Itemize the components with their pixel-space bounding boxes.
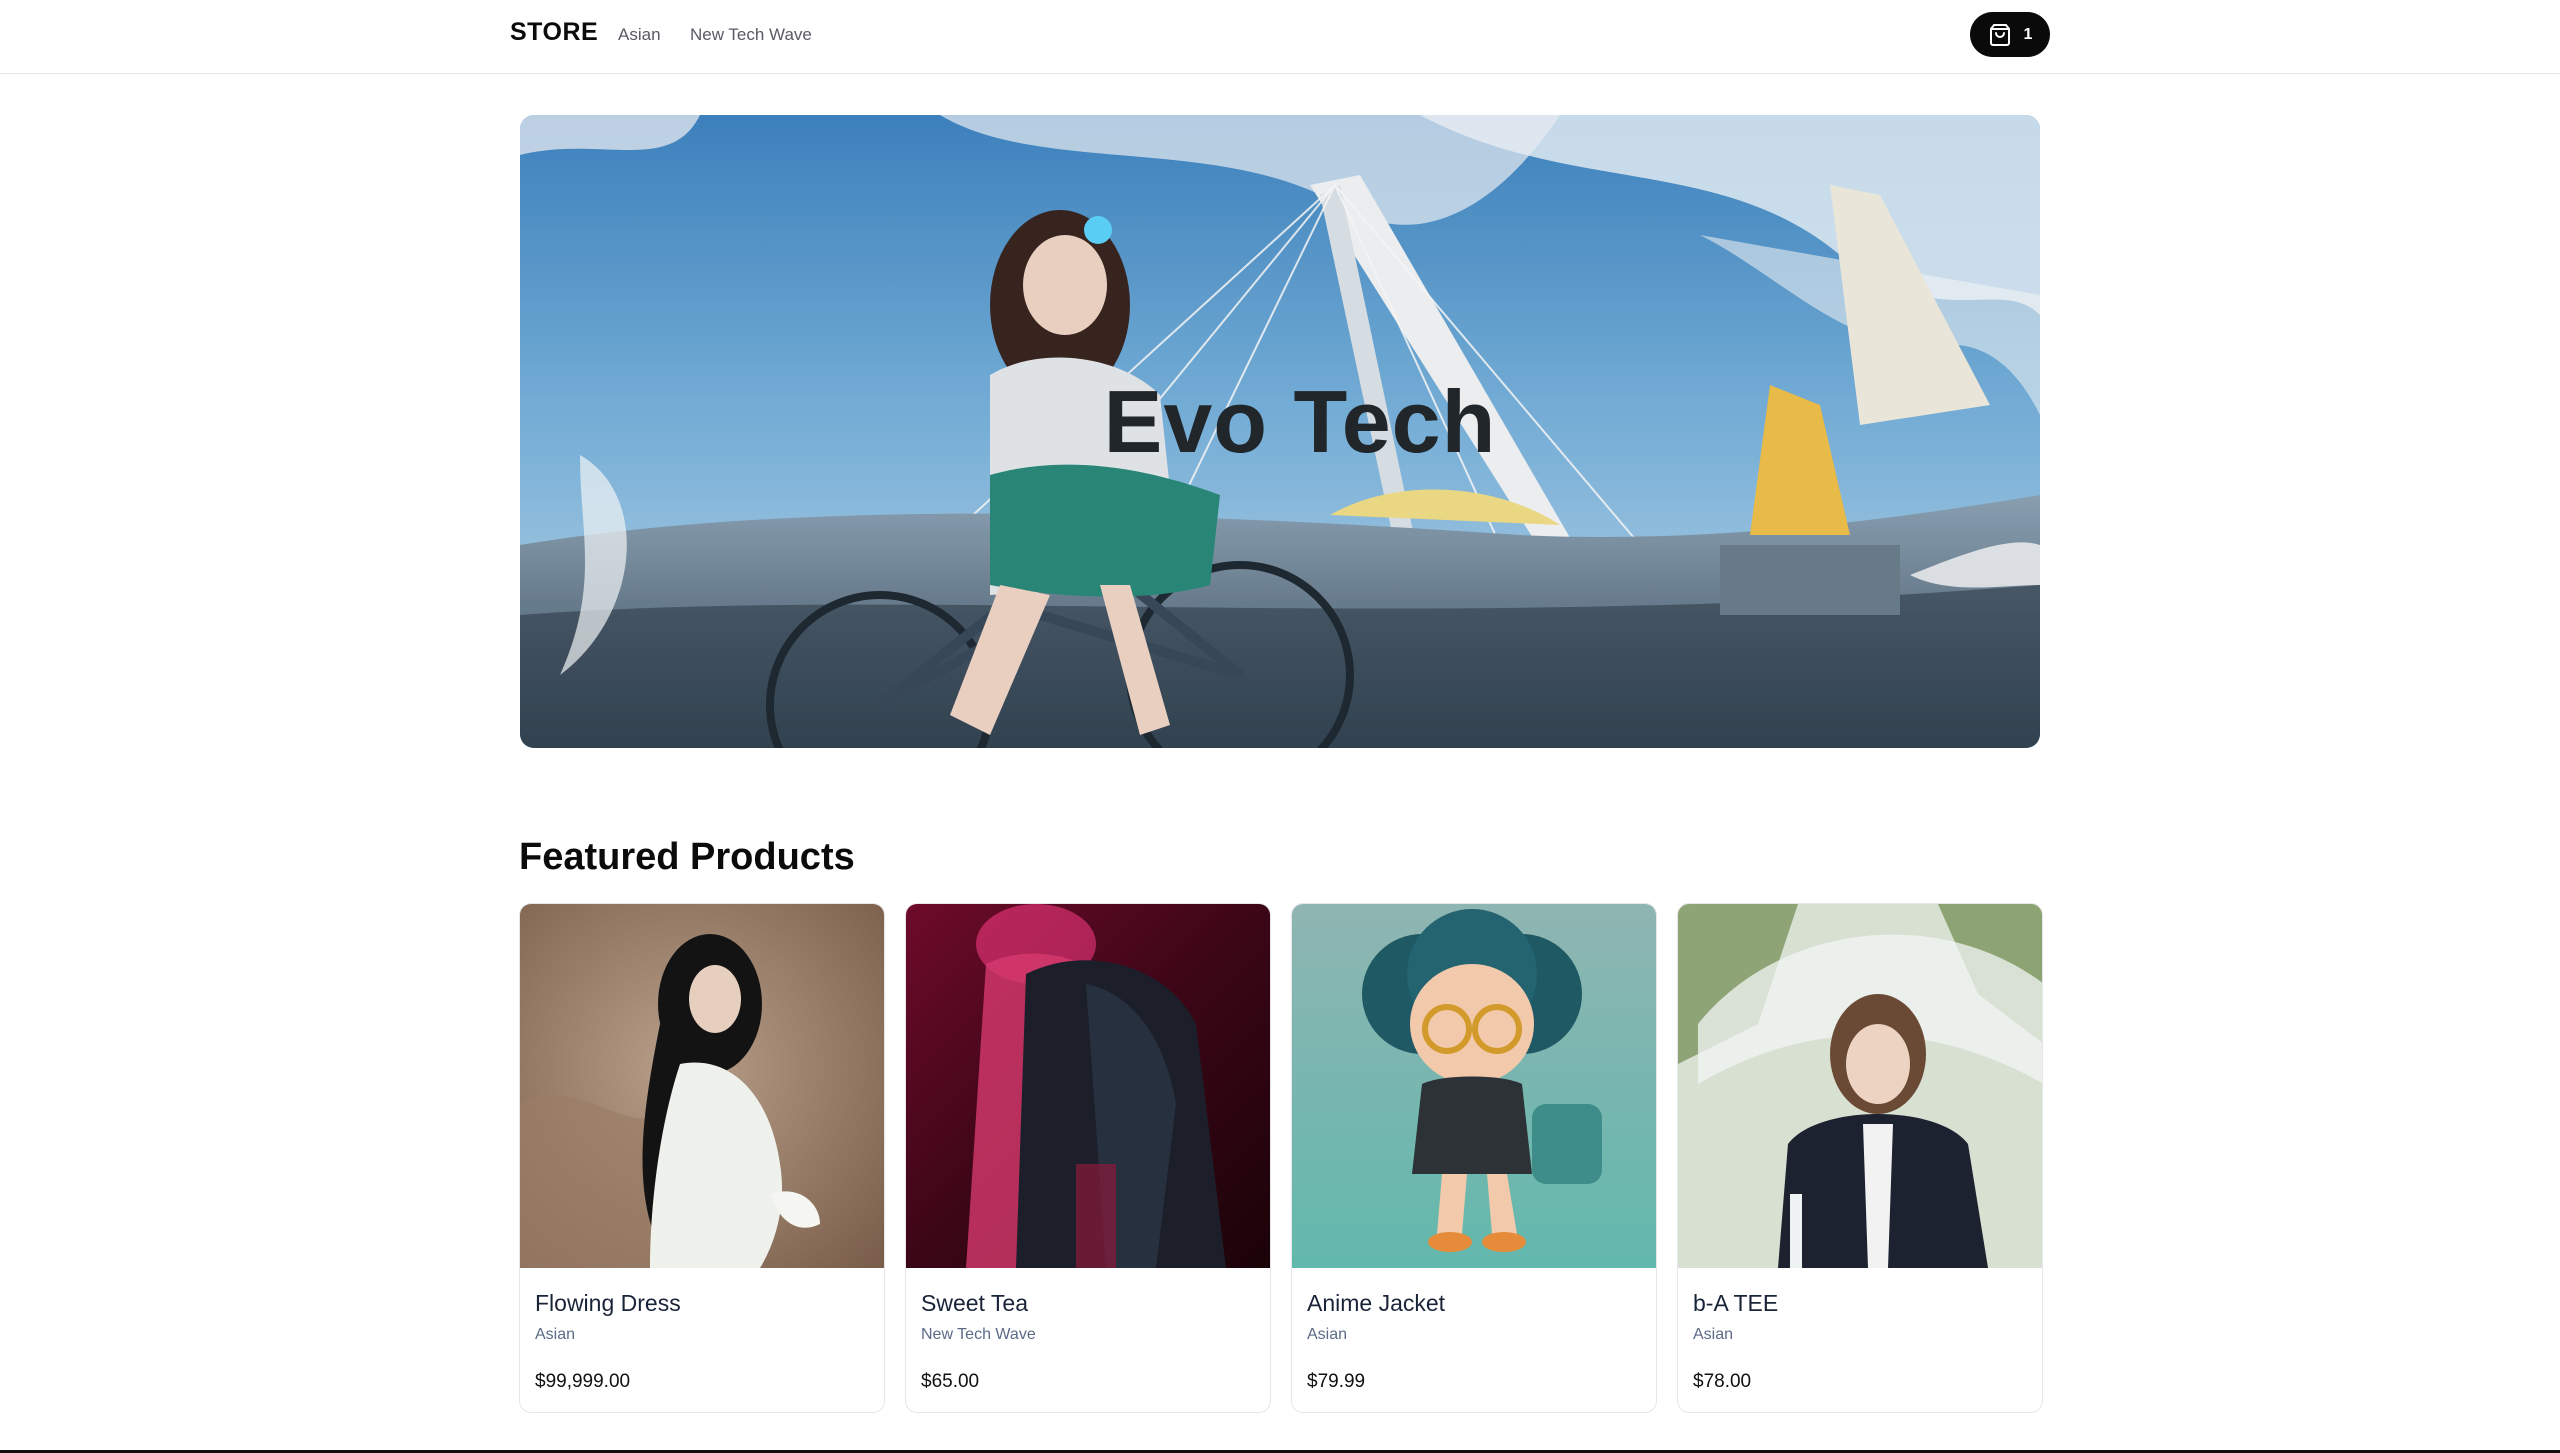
product-image bbox=[906, 904, 1270, 1268]
product-price: $79.99 bbox=[1307, 1371, 1366, 1392]
product-card-b-a-tee[interactable]: b-A TEE Asian $78.00 bbox=[1677, 903, 2043, 1413]
cart-button[interactable]: 1 bbox=[1970, 12, 2050, 57]
product-price: $78.00 bbox=[1693, 1371, 1752, 1392]
product-price: $65.00 bbox=[921, 1371, 980, 1392]
product-image bbox=[520, 904, 884, 1268]
product-card-flowing-dress[interactable]: Flowing Dress Asian $99,999.00 bbox=[519, 903, 885, 1413]
cart-item-count: 1 bbox=[2023, 25, 2033, 43]
featured-products-heading: Featured Products bbox=[519, 836, 855, 878]
product-card-sweet-tea[interactable]: Sweet Tea New Tech Wave $65.00 bbox=[905, 903, 1271, 1413]
product-image bbox=[1678, 904, 2042, 1268]
product-name: b-A TEE bbox=[1693, 1290, 1779, 1316]
product-price: $99,999.00 bbox=[535, 1371, 631, 1392]
product-category: Asian bbox=[1693, 1326, 1734, 1343]
hero-title: Evo Tech bbox=[1103, 371, 1497, 471]
product-name: Anime Jacket bbox=[1307, 1290, 1446, 1316]
store-logo-link[interactable]: STORE bbox=[510, 18, 598, 47]
product-name: Sweet Tea bbox=[921, 1290, 1028, 1316]
product-category: Asian bbox=[535, 1326, 576, 1343]
product-card-anime-jacket[interactable]: Anime Jacket Asian $79.99 bbox=[1291, 903, 1657, 1413]
top-navigation-bar: STORE Asian New Tech Wave 1 bbox=[0, 0, 2560, 74]
product-category: New Tech Wave bbox=[921, 1326, 1036, 1343]
product-image bbox=[1292, 904, 1656, 1268]
product-name: Flowing Dress bbox=[535, 1290, 681, 1316]
hero-billboard: Evo Tech bbox=[520, 115, 2040, 748]
product-category: Asian bbox=[1307, 1326, 1348, 1343]
shopping-bag-icon bbox=[1988, 23, 2012, 47]
nav-link-asian[interactable]: Asian bbox=[618, 25, 661, 45]
nav-link-new-tech-wave[interactable]: New Tech Wave bbox=[690, 25, 812, 45]
